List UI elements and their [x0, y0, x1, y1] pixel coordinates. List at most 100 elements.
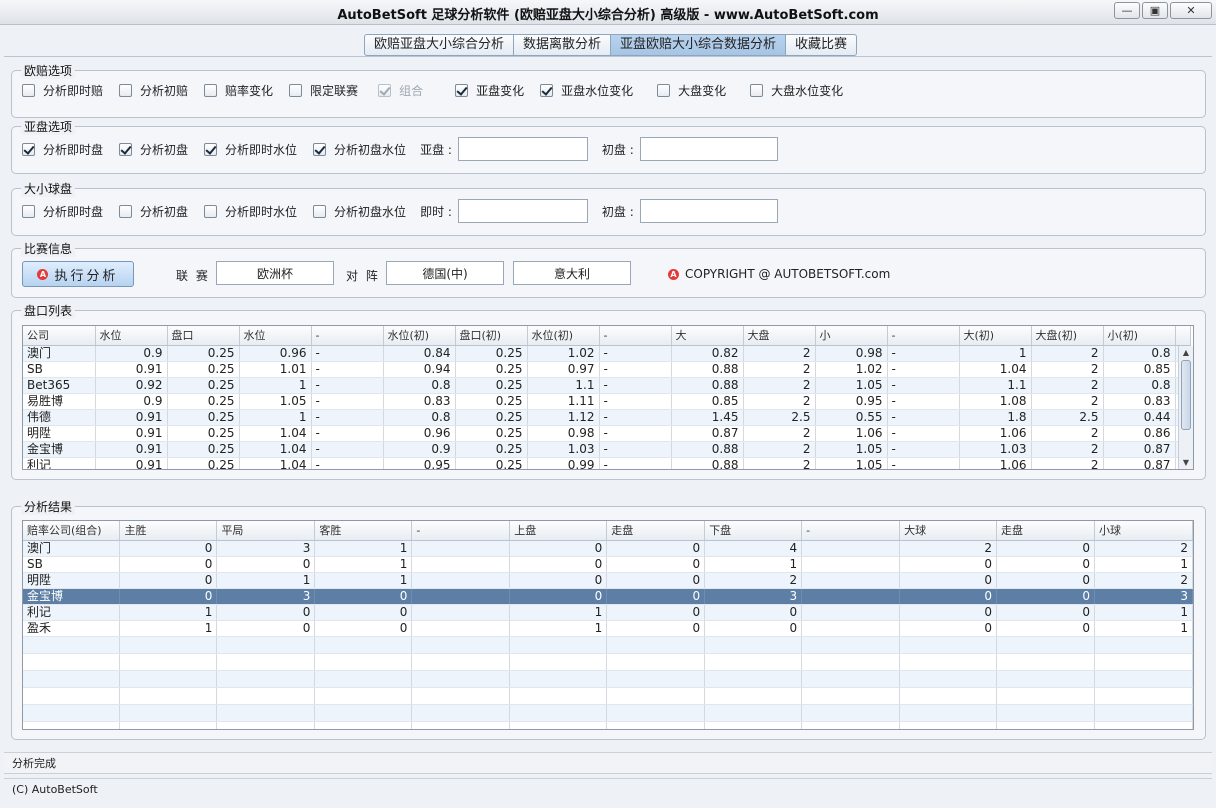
- odds-column-header[interactable]: 小(初): [1103, 326, 1176, 346]
- odds-column-header[interactable]: 水位(初): [383, 326, 456, 346]
- odds-column-header[interactable]: 小: [815, 326, 888, 346]
- checkbox-icon[interactable]: [750, 84, 764, 97]
- home-team-input[interactable]: 德国(中): [386, 261, 504, 285]
- checkbox-icon[interactable]: [204, 204, 218, 218]
- euro-checkbox-1[interactable]: 分析初赔: [119, 82, 188, 99]
- results-table-row[interactable]: SB 0 0 1 0 0 1 0 0 1: [23, 556, 1193, 573]
- league-input[interactable]: 欧洲杯: [216, 261, 334, 285]
- minimize-icon[interactable]: —: [1114, 2, 1140, 19]
- results-column-header[interactable]: 大球: [899, 521, 998, 541]
- euro-checkbox-3[interactable]: 限定联赛: [289, 82, 358, 99]
- euro-checkbox-7[interactable]: 大盘变化: [657, 82, 726, 99]
- checkbox-icon[interactable]: [204, 142, 218, 156]
- scroll-up-icon[interactable]: ▲: [1179, 346, 1193, 359]
- checkbox-icon[interactable]: [540, 84, 554, 97]
- close-icon[interactable]: ✕: [1170, 2, 1212, 19]
- odds-column-header[interactable]: 盘口: [167, 326, 240, 346]
- odds-column-header[interactable]: 公司: [23, 326, 96, 346]
- euro-checkbox-0[interactable]: 分析即时赔: [22, 82, 103, 99]
- results-column-header[interactable]: 平局: [216, 521, 316, 541]
- asian-checkbox-0[interactable]: 分析即时盘: [22, 141, 103, 158]
- checkbox-icon[interactable]: [119, 204, 133, 218]
- odds-table-row[interactable]: 澳门 0.9 0.25 0.96-0.84 0.25 1.02-0.82 2 0.98-1 2 0…: [23, 345, 1191, 362]
- odds-table-row[interactable]: SB 0.91 0.25 1.01-0.94 0.25 0.97-0.88 2 1.02-1.…: [23, 361, 1191, 378]
- checkbox-icon[interactable]: [455, 84, 469, 97]
- ou-live-input[interactable]: [457, 199, 588, 223]
- checkbox-icon[interactable]: [22, 204, 35, 218]
- euro-checkbox-5[interactable]: 亚盘变化: [455, 82, 524, 99]
- odds-column-header[interactable]: 水位: [95, 326, 168, 346]
- results-empty-cell: [606, 721, 706, 729]
- checkbox-icon[interactable]: [204, 84, 218, 97]
- checkbox-icon[interactable]: [119, 84, 133, 97]
- ou-initial-input[interactable]: [639, 199, 778, 223]
- odds-column-header[interactable]: -: [311, 326, 384, 346]
- odds-cell: 1.05: [815, 441, 888, 458]
- results-column-header[interactable]: 走盘: [996, 521, 1095, 541]
- odds-column-header[interactable]: 大盘: [743, 326, 816, 346]
- odds-column-header[interactable]: 盘口(初): [455, 326, 528, 346]
- checkbox-icon[interactable]: [313, 204, 327, 218]
- odds-column-header[interactable]: 大: [671, 326, 744, 346]
- odds-cell: 1.01: [239, 361, 312, 378]
- asian-checkbox-1[interactable]: 分析初盘: [119, 141, 188, 158]
- results-column-header[interactable]: 走盘: [606, 521, 706, 541]
- asian-handicap-input[interactable]: [457, 137, 588, 161]
- odds-table-row[interactable]: 明陞 0.91 0.25 1.04-0.96 0.25 0.98-0.87 2 1.06-1.…: [23, 425, 1191, 442]
- results-table-row[interactable]: 盈禾 1 0 0 1 0 0 0 0 1: [23, 620, 1193, 637]
- checkbox-icon[interactable]: [119, 142, 133, 156]
- checkbox-icon[interactable]: [313, 142, 327, 156]
- odds-table-row[interactable]: 易胜博 0.9 0.25 1.05-0.83 0.25 1.11-0.85 2 0.95-1.…: [23, 393, 1191, 410]
- results-column-header[interactable]: 主胜: [119, 521, 218, 541]
- results-column-header[interactable]: 客胜: [314, 521, 413, 541]
- scroll-thumb[interactable]: [1181, 360, 1191, 430]
- euro-checkbox-8[interactable]: 大盘水位变化: [750, 82, 843, 99]
- results-cell: 1: [704, 556, 803, 573]
- away-team-input[interactable]: 意大利: [513, 261, 631, 285]
- results-column-header[interactable]: -: [411, 521, 511, 541]
- tab-dispersion[interactable]: 数据离散分析: [514, 34, 612, 56]
- odds-column-header[interactable]: 大(初): [959, 326, 1032, 346]
- tab-asian-euro-ou-data[interactable]: 亚盘欧赔大小综合数据分析: [611, 34, 787, 56]
- ou-checkbox-1[interactable]: 分析初盘: [119, 203, 188, 220]
- results-column-header[interactable]: -: [801, 521, 901, 541]
- euro-checkbox-6[interactable]: 亚盘水位变化: [540, 82, 633, 99]
- euro-checkbox-2[interactable]: 赔率变化: [204, 82, 273, 99]
- odds-table-row[interactable]: 伟德 0.91 0.25 1-0.8 0.25 1.12-1.45 2.5 0.55-1.8 2…: [23, 409, 1191, 426]
- results-table-row[interactable]: 利记 1 0 0 1 0 0 0 0 1: [23, 604, 1193, 621]
- odds-scrollbar[interactable]: ▲ ▼: [1178, 346, 1193, 469]
- results-column-header[interactable]: 小球: [1094, 521, 1193, 541]
- odds-cell: 1.04: [959, 361, 1032, 378]
- asian-checkbox-3[interactable]: 分析初盘水位: [313, 141, 406, 158]
- odds-column-header[interactable]: 水位: [239, 326, 312, 346]
- checkbox-icon[interactable]: [289, 84, 303, 97]
- odds-cell: 0.88: [671, 457, 744, 469]
- odds-column-header[interactable]: 大盘(初): [1031, 326, 1104, 346]
- run-analysis-button[interactable]: A 执行分析: [22, 261, 134, 287]
- checkbox-icon[interactable]: [22, 84, 35, 97]
- checkbox-icon[interactable]: [657, 84, 671, 97]
- results-column-header[interactable]: 下盘: [704, 521, 803, 541]
- ou-checkbox-2[interactable]: 分析即时水位: [204, 203, 297, 220]
- scroll-down-icon[interactable]: ▼: [1179, 456, 1193, 469]
- results-table-row[interactable]: 明陞 0 1 1 0 0 2 0 0 2: [23, 572, 1193, 589]
- tab-favorites[interactable]: 收藏比赛: [786, 34, 858, 56]
- checkbox-icon[interactable]: [22, 142, 35, 156]
- ou-checkbox-0[interactable]: 分析即时盘: [22, 203, 103, 220]
- odds-column-header[interactable]: 水位(初): [527, 326, 600, 346]
- euro-options-group: 欧赔选项 分析即时赔 分析初赔 赔率变化 限定联赛 组合 亚盘变化 亚盘水位变化 大盘变化 大盘…: [11, 62, 1206, 118]
- results-table-row[interactable]: 澳门 0 3 1 0 0 4 2 0 2: [23, 540, 1193, 557]
- odds-column-header[interactable]: -: [887, 326, 960, 346]
- odds-column-header[interactable]: -: [599, 326, 672, 346]
- results-table-row[interactable]: 金宝博 0 3 0 0 0 3 0 0 3: [23, 588, 1193, 605]
- restore-icon[interactable]: ▣: [1142, 2, 1168, 19]
- odds-table-row[interactable]: 金宝博 0.91 0.25 1.04-0.9 0.25 1.03-0.88 2 1.05-1.…: [23, 441, 1191, 458]
- results-column-header[interactable]: 上盘: [509, 521, 608, 541]
- asian-initial-input[interactable]: [639, 137, 778, 161]
- results-column-header[interactable]: 赔率公司(组合): [23, 521, 121, 541]
- asian-checkbox-2[interactable]: 分析即时水位: [204, 141, 297, 158]
- odds-table-row[interactable]: Bet365 0.92 0.25 1-0.8 0.25 1.1-0.88 2 1.05-1.1…: [23, 377, 1191, 394]
- tab-euro-asian-ou[interactable]: 欧赔亚盘大小综合分析: [364, 34, 515, 56]
- ou-checkbox-3[interactable]: 分析初盘水位: [313, 203, 406, 220]
- odds-table-row[interactable]: 利记 0.91 0.25 1.04-0.95 0.25 0.99-0.88 2 1.05-1.…: [23, 457, 1191, 469]
